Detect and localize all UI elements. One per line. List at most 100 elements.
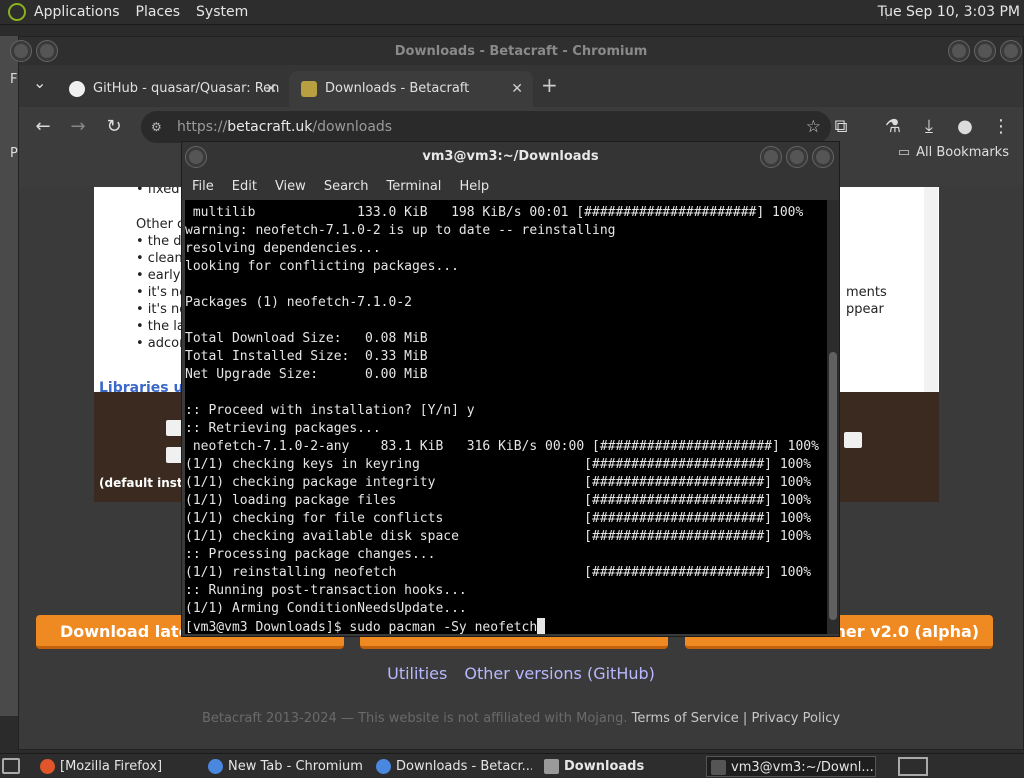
- task-chromium-downloads[interactable]: Downloads - Betacr...: [372, 756, 532, 777]
- changelog-line: Other c: [136, 217, 185, 232]
- terminal-line: Total Download Size: 0.08 MiB: [185, 331, 428, 346]
- tab-search-icon[interactable]: ⌄: [33, 73, 46, 92]
- task-file-manager[interactable]: Downloads: [540, 756, 700, 777]
- tab-downloads-betacraft[interactable]: Downloads - Betacraft ✕: [289, 71, 533, 107]
- all-bookmarks-label: All Bookmarks: [916, 145, 1009, 160]
- folder-icon: [544, 759, 559, 774]
- changelog-fragment: ments: [846, 285, 887, 300]
- menu-applications[interactable]: Applications: [26, 0, 128, 25]
- changelog-line: • it's no: [136, 302, 188, 317]
- tab-github[interactable]: GitHub - quasar/Quasar: Ren ✕: [57, 71, 287, 107]
- github-icon: [69, 81, 85, 97]
- option-box[interactable]: [844, 432, 862, 448]
- terminal-line: warning: neofetch-7.1.0-2 is up to date …: [185, 223, 616, 238]
- terminal-menu-file[interactable]: File: [192, 179, 214, 194]
- page-footer: Betacraft 2013-2024 — This website is no…: [19, 711, 1023, 726]
- menu-places[interactable]: Places: [128, 0, 189, 25]
- terminal-line: (1/1) reinstalling neofetch [###########…: [185, 565, 812, 580]
- extensions-icon[interactable]: ⧉: [829, 115, 853, 139]
- terminal-scrollbar[interactable]: [827, 200, 839, 634]
- all-bookmarks-button[interactable]: ▭ All Bookmarks: [898, 145, 1009, 160]
- maximize-button[interactable]: [975, 41, 995, 61]
- window-menu-button[interactable]: [186, 147, 206, 167]
- footer-copyright: Betacraft 2013-2024 — This website is no…: [201, 711, 628, 726]
- terminal-line: Packages (1) neofetch-7.1.0-2: [185, 295, 412, 310]
- url-path: /downloads: [312, 119, 393, 135]
- folder-icon: ▭: [897, 145, 911, 160]
- terminal-line: :: Retrieving packages...: [185, 421, 381, 436]
- distro-logo-icon[interactable]: [8, 3, 26, 21]
- task-label: Downloads: [564, 759, 645, 774]
- maximize-button[interactable]: [787, 147, 807, 167]
- terminal-menu-terminal[interactable]: Terminal: [386, 179, 441, 194]
- tab-label: GitHub - quasar/Quasar: Ren: [93, 81, 280, 96]
- forward-icon[interactable]: →: [66, 115, 90, 139]
- show-desktop-icon[interactable]: [2, 758, 20, 774]
- firefox-icon: [40, 759, 55, 774]
- terminal-menu-view[interactable]: View: [275, 179, 306, 194]
- bg-window-letter: P: [10, 146, 18, 161]
- changelog-fragment: ppear: [846, 302, 884, 317]
- task-terminal[interactable]: vm3@vm3:~/Downl...: [706, 756, 876, 777]
- bookmark-star-icon[interactable]: ☆: [806, 111, 821, 143]
- back-icon[interactable]: ←: [31, 115, 55, 139]
- workspace-switcher[interactable]: [898, 757, 928, 776]
- desktop: Applications Places System Tue Sep 10, 3…: [0, 0, 1024, 778]
- footer-divider: |: [742, 711, 748, 726]
- terminal-line: neofetch-7.1.0-2-any 83.1 KiB 316 KiB/s …: [185, 439, 819, 454]
- site-info-icon[interactable]: ⚙: [151, 111, 162, 143]
- task-label: vm3@vm3:~/Downl...: [731, 760, 874, 775]
- chromium-icon: [376, 759, 391, 774]
- clock[interactable]: Tue Sep 10, 3:03 PM: [878, 0, 1020, 25]
- task-chromium-newtab[interactable]: New Tab - Chromium: [204, 756, 364, 777]
- url-scheme: https://: [177, 119, 228, 135]
- terminal-line: (1/1) checking for file conflicts [#####…: [185, 511, 812, 526]
- terminal-cursor: [537, 618, 546, 634]
- minimize-button[interactable]: [949, 41, 969, 61]
- terminal-title: vm3@vm3:~/Downloads: [422, 149, 599, 164]
- terminal-prompt-line[interactable]: [vm3@vm3 Downloads]$ sudo pacman -Sy neo…: [185, 618, 827, 634]
- changelog-scrollbar[interactable]: [924, 187, 938, 392]
- menu-system[interactable]: System: [188, 0, 256, 25]
- privacy-link[interactable]: Privacy Policy: [751, 711, 840, 726]
- profile-icon[interactable]: ●: [953, 115, 977, 139]
- changelog-line: • it's no: [136, 285, 188, 300]
- menu-kebab-icon[interactable]: ⋮: [989, 115, 1013, 139]
- terminal-line: Net Upgrade Size: 0.00 MiB: [185, 367, 428, 382]
- minimize-button[interactable]: [761, 147, 781, 167]
- terminal-output[interactable]: multilib 133.0 KiB 198 KiB/s 00:01 [####…: [185, 200, 827, 634]
- terminal-window: vm3@vm3:~/Downloads File Edit View Searc…: [181, 141, 840, 637]
- terminal-titlebar[interactable]: vm3@vm3:~/Downloads: [182, 142, 839, 172]
- terminal-menu-edit[interactable]: Edit: [232, 179, 257, 194]
- utilities-link[interactable]: Utilities: [387, 664, 447, 683]
- tab-label: Downloads - Betacraft: [325, 81, 470, 96]
- terminal-scroll-thumb[interactable]: [829, 352, 837, 620]
- new-tab-button[interactable]: +: [541, 73, 558, 97]
- address-bar[interactable]: ⚙ https://betacraft.uk/downloads ☆: [141, 111, 831, 143]
- labs-icon[interactable]: ⚗: [881, 115, 905, 139]
- terminal-menu-help[interactable]: Help: [459, 179, 489, 194]
- terminal-menu-search[interactable]: Search: [324, 179, 369, 194]
- terminal-line: (1/1) checking keys in keyring [########…: [185, 457, 812, 472]
- terminal-line: (1/1) Arming ConditionNeedsUpdate...: [185, 601, 467, 616]
- tab-close-icon[interactable]: ✕: [265, 74, 277, 104]
- terminal-line: :: Processing package changes...: [185, 547, 436, 562]
- top-panel: Applications Places System Tue Sep 10, 3…: [0, 0, 1024, 25]
- other-versions-link[interactable]: Other versions (GitHub): [464, 664, 654, 683]
- chromium-titlebar[interactable]: Downloads - Betacraft - Chromium: [11, 37, 1023, 65]
- downloads-icon[interactable]: ⤓: [917, 115, 941, 139]
- close-window-button[interactable]: [813, 147, 833, 167]
- reload-icon[interactable]: ↻: [102, 115, 126, 139]
- task-label: [Mozilla Firefox]: [60, 759, 163, 774]
- close-window-button[interactable]: [1001, 41, 1021, 61]
- tab-close-icon[interactable]: ✕: [511, 74, 523, 104]
- task-firefox[interactable]: [Mozilla Firefox]: [36, 756, 194, 777]
- window-menu-button[interactable]: [11, 41, 31, 61]
- terms-link[interactable]: Terms of Service: [632, 711, 739, 726]
- terminal-line: :: Running post-transaction hooks...: [185, 583, 467, 598]
- window-shade-button[interactable]: [37, 41, 57, 61]
- background-window[interactable]: F P: [0, 36, 20, 716]
